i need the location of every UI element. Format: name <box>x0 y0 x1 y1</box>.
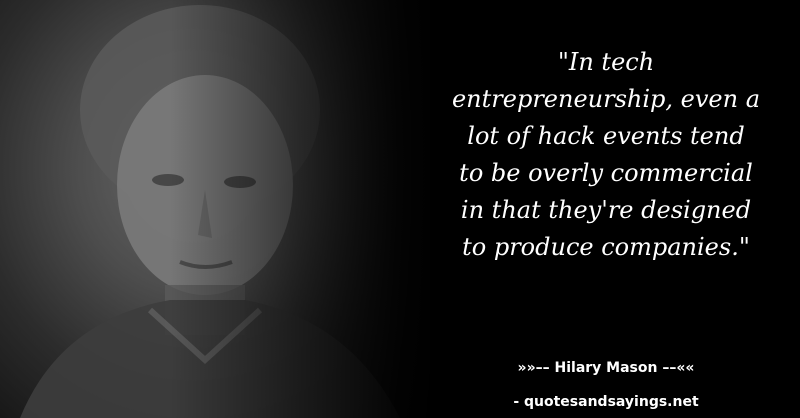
quote-line: to be overly commercial <box>459 159 753 187</box>
quote-line: in that they're designed <box>460 196 752 224</box>
quote-card: "In tech entrepreneurship, even a lot of… <box>0 0 800 418</box>
quote-text: "In tech entrepreneurship, even a lot of… <box>420 44 792 266</box>
quote-line: "In tech <box>557 48 655 76</box>
quote-author: »»–– Hilary Mason ––«« <box>517 360 695 376</box>
quote-line: entrepreneurship, even a <box>451 85 761 113</box>
source-website: - quotesandsayings.net <box>513 394 699 410</box>
quote-line: lot of hack events tend <box>467 122 745 150</box>
quote-line: to produce companies." <box>462 233 750 261</box>
